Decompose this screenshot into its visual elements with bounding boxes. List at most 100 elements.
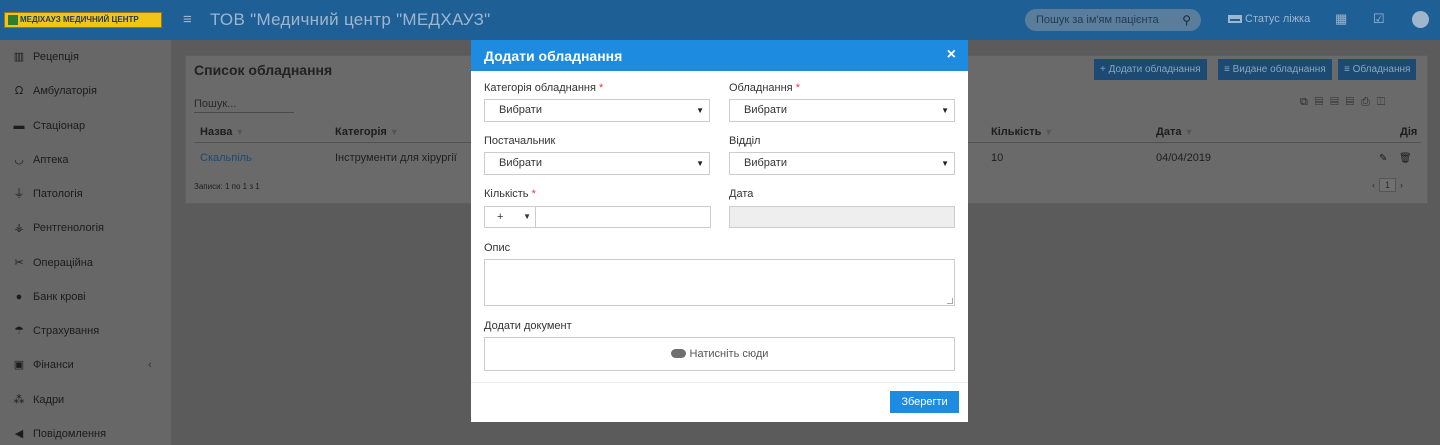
bed-icon: ▬: [13, 120, 25, 132]
column-header-name[interactable]: Назва ▼: [200, 126, 244, 138]
sitemap-icon: ⁂: [13, 394, 25, 406]
export-toolbar: ⧉▤▤▤⎙◫: [1300, 96, 1392, 109]
bed-icon: [1228, 15, 1242, 23]
edit-icon[interactable]: ✎: [1379, 153, 1387, 164]
pager-prev[interactable]: ‹: [1372, 180, 1375, 190]
sidebar-item-insurance[interactable]: ☂ Страхування: [0, 321, 171, 341]
equipment-button[interactable]: ≡ Обладнання: [1338, 59, 1417, 80]
brand-logo[interactable]: МЕДІХАУЗ МЕДИЧНИЙ ЦЕНТР: [4, 12, 162, 28]
sidebar-item-inpatient[interactable]: ▬ Стаціонар: [0, 116, 171, 136]
column-header-quantity[interactable]: Кількість ▼: [991, 126, 1053, 138]
pdf-icon[interactable]: ▤: [1346, 96, 1361, 108]
sidebar-item-label: Операційна: [33, 257, 93, 269]
sidebar-item-operating[interactable]: ✂ Операційна: [0, 253, 171, 273]
equipment-name-link[interactable]: Скальпіль: [200, 152, 252, 164]
sidebar-item-reception[interactable]: ▥ Рецепція: [0, 47, 171, 67]
select-value: Вибрати: [744, 157, 787, 169]
equipment-category-cell: Інструменти для хірургії: [335, 152, 457, 164]
stethoscope-icon: ᘯ: [14, 85, 24, 97]
field-label-text: Обладнання: [729, 82, 793, 94]
copy-icon[interactable]: ⧉: [1300, 96, 1315, 108]
user-avatar[interactable]: [1412, 11, 1429, 28]
top-navbar: МЕДІХАУЗ МЕДИЧНИЙ ЦЕНТР ≡ ТОВ "Медичний …: [0, 0, 1440, 40]
quantity-label: Кількість *: [484, 188, 536, 200]
upload-dropzone[interactable]: Натисніть сюди: [484, 337, 955, 371]
search-placeholder: Пошук за ім'ям пацієнта: [1036, 14, 1159, 26]
bed-status-link[interactable]: Статус ліжка: [1228, 13, 1310, 25]
menu-toggle-icon[interactable]: ≡: [183, 11, 192, 28]
brand-text: МЕДІХАУЗ МЕДИЧНИЙ ЦЕНТР: [20, 15, 139, 24]
xray-icon: ⚶: [14, 222, 24, 234]
columns-icon[interactable]: ◫: [1377, 96, 1392, 108]
column-header-label: Дата: [1156, 126, 1182, 138]
equipment-quantity-cell: 10: [991, 152, 1004, 164]
column-header-label: Категорія: [335, 126, 387, 138]
issued-equipment-button[interactable]: ≡ Видане обладнання: [1218, 59, 1332, 80]
column-header-date[interactable]: Дата ▼: [1156, 126, 1193, 138]
sidebar-item-label: Рентгенологія: [33, 222, 104, 234]
delete-icon[interactable]: 🗑: [1399, 153, 1412, 164]
modal-header: Додати обладнання ×: [471, 40, 968, 71]
sidebar-item-messages[interactable]: ◀ Повідомлення: [0, 424, 171, 444]
patient-search-input[interactable]: Пошук за ім'ям пацієнта ⚲: [1025, 9, 1201, 31]
select-value: Вибрати: [499, 104, 542, 116]
excel-icon[interactable]: ▤: [1315, 96, 1330, 108]
sidebar-item-blood-bank[interactable]: ● Банк крові: [0, 287, 171, 307]
app-title: ТОВ "Медичний центр "МЕДХАУЗ": [210, 10, 491, 29]
select-value: Вибрати: [744, 104, 787, 116]
supplier-select[interactable]: Вибрати ▼: [484, 152, 710, 175]
scissors-icon: ✂: [14, 257, 24, 269]
supplier-label: Постачальник: [484, 135, 556, 147]
pager-page[interactable]: 1: [1379, 178, 1397, 192]
description-textarea[interactable]: [484, 259, 955, 306]
sidebar-item-label: Фінанси: [33, 359, 74, 371]
sort-icon: ▼: [1044, 127, 1054, 137]
equipment-select[interactable]: Вибрати ▼: [729, 99, 955, 122]
sidebar-item-finance[interactable]: ▣ Фінанси ‹: [0, 355, 171, 375]
sidebar-item-label: Банк крові: [33, 291, 86, 303]
blood-drop-icon: ●: [15, 291, 23, 303]
required-mark: *: [531, 188, 536, 200]
table-search-input[interactable]: Пошук...: [194, 98, 236, 110]
save-button[interactable]: Зберегти: [890, 391, 959, 413]
quantity-input[interactable]: [535, 206, 711, 228]
field-label-text: Категорія обладнання: [484, 82, 596, 94]
footer-divider: [471, 382, 968, 383]
money-icon: ▣: [13, 359, 25, 371]
caret-down-icon: ▼: [941, 159, 949, 168]
column-header-label: Кількість: [991, 126, 1042, 138]
department-select[interactable]: Вибрати ▼: [729, 152, 955, 175]
checklist-icon[interactable]: ☑: [1373, 11, 1385, 27]
column-header-category[interactable]: Категорія ▼: [335, 126, 399, 138]
caret-down-icon: ▼: [523, 212, 531, 221]
sidebar-item-hr[interactable]: ⁂ Кадри: [0, 390, 171, 410]
select-value: +: [497, 211, 504, 223]
date-input[interactable]: [729, 206, 955, 228]
category-label: Категорія обладнання *: [484, 82, 603, 94]
add-equipment-button[interactable]: + Додати обладнання: [1094, 59, 1207, 80]
csv-icon[interactable]: ▤: [1330, 96, 1345, 108]
calendar-icon[interactable]: ▦: [1335, 11, 1347, 27]
category-select[interactable]: Вибрати ▼: [484, 99, 710, 122]
pager-next[interactable]: ›: [1400, 180, 1403, 190]
print-icon[interactable]: ⎙: [1361, 96, 1377, 108]
close-icon[interactable]: ×: [947, 46, 956, 64]
pagination: ‹ 1 ›: [1372, 178, 1403, 192]
department-label: Відділ: [729, 135, 761, 147]
sidebar-item-pathology[interactable]: ⏚ Патологія: [0, 184, 171, 204]
caret-down-icon: ▼: [941, 106, 949, 115]
sidebar-item-label: Стаціонар: [33, 120, 86, 132]
column-header-actions: Дія: [1400, 126, 1418, 138]
select-value: Вибрати: [499, 157, 542, 169]
search-icon[interactable]: ⚲: [1182, 9, 1191, 31]
sidebar-item-label: Повідомлення: [33, 428, 107, 440]
mortar-icon: ◡: [14, 154, 24, 166]
sidebar-item-radiology[interactable]: ⚶ Рентгенологія: [0, 218, 171, 238]
caret-down-icon: ▼: [696, 106, 704, 115]
sort-icon: ▼: [389, 127, 399, 137]
sidebar-item-outpatient[interactable]: ᘯ Амбулаторія: [0, 81, 171, 101]
quantity-sign-select[interactable]: + ▼: [484, 206, 536, 228]
sidebar-item-pharmacy[interactable]: ◡ Аптека: [0, 150, 171, 170]
sidebar: ▥ Рецепція ᘯ Амбулаторія ▬ Стаціонар ◡ Аптек…: [0, 40, 171, 445]
resize-handle[interactable]: [947, 298, 953, 304]
